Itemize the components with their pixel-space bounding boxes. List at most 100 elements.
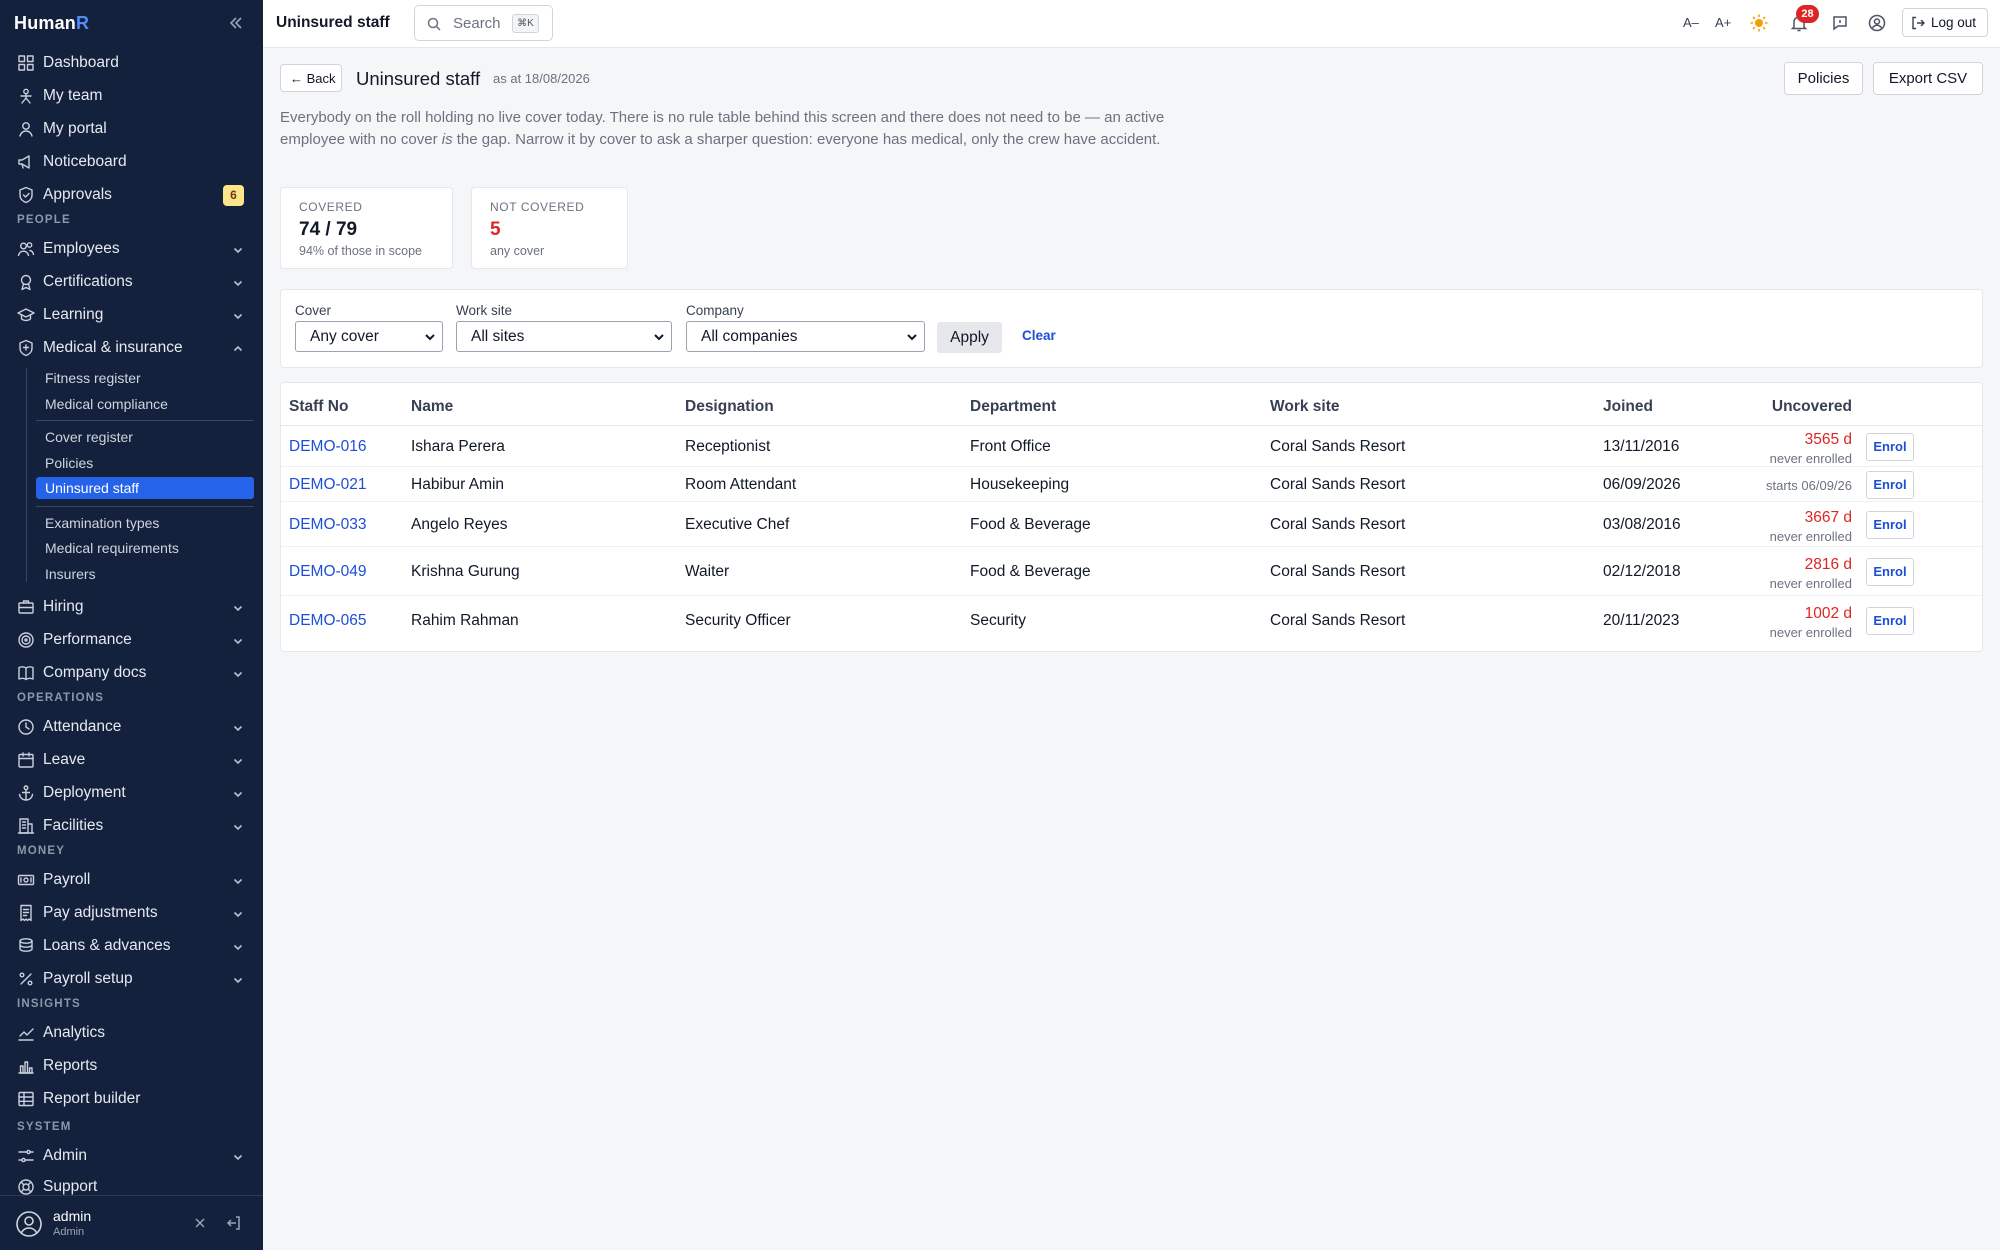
uncovered-days: 1002 d [1804, 605, 1852, 622]
sidebar-item-label: Loans & advances [43, 937, 171, 954]
cell-designation: Executive Chef [685, 516, 790, 533]
submenu-divider [36, 420, 254, 421]
sidebar-item-leave[interactable]: Leave [0, 745, 263, 775]
as-at-date: as at 18/08/2026 [493, 71, 590, 86]
staff-no-link[interactable]: DEMO-049 [289, 563, 367, 581]
logout-label: Log out [1931, 15, 1977, 30]
section-people: PEOPLE [17, 214, 71, 226]
sidebar-item-loans[interactable]: Loans & advances [0, 931, 263, 961]
switch-account-icon[interactable] [192, 1215, 208, 1231]
sidebar-item-company-docs[interactable]: Company docs [0, 658, 263, 688]
stat-sub: any cover [490, 244, 545, 258]
uncovered-note: never enrolled [1769, 451, 1852, 466]
logout-button[interactable]: Log out [1902, 8, 1988, 37]
font-larger-button[interactable]: A+ [1715, 15, 1731, 30]
sidebar-subitem-label: Fitness register [45, 370, 141, 386]
sidebar-item-label: Payroll [43, 871, 91, 888]
sidebar-item-dashboard[interactable]: Dashboard [0, 48, 263, 78]
sidebar-subitem-medical-compliance[interactable]: Medical compliance [36, 393, 254, 415]
line-chart-icon [17, 1024, 35, 1042]
sidebar-item-payroll-setup[interactable]: Payroll setup [0, 964, 263, 994]
sidebar-item-pay-adjustments[interactable]: Pay adjustments [0, 898, 263, 928]
company-filter-label: Company [686, 303, 744, 318]
collapse-sidebar-icon[interactable] [226, 13, 246, 33]
sidebar-subitem-examination-types[interactable]: Examination types [36, 512, 254, 534]
cell-name: Krishna Gurung [411, 563, 520, 580]
apply-button[interactable]: Apply [937, 322, 1002, 353]
sidebar-item-learning[interactable]: Learning [0, 300, 263, 330]
sidebar-item-analytics[interactable]: Analytics [0, 1018, 263, 1048]
sidebar-item-performance[interactable]: Performance [0, 625, 263, 655]
font-smaller-button[interactable]: A– [1683, 15, 1699, 30]
sidebar-item-reports[interactable]: Reports [0, 1051, 263, 1081]
sidebar-subitem-label: Examination types [45, 515, 160, 531]
sidebar-item-my-team[interactable]: My team [0, 81, 263, 111]
sidebar-item-my-portal[interactable]: My portal [0, 114, 263, 144]
sidebar-item-deployment[interactable]: Deployment [0, 778, 263, 808]
clear-link[interactable]: Clear [1022, 328, 1056, 343]
enrol-button[interactable]: Enrol [1866, 558, 1914, 586]
company-select[interactable]: All companies [686, 321, 925, 352]
col-joined[interactable]: Joined [1603, 398, 1653, 416]
app-logo[interactable]: HumanR [14, 13, 89, 34]
back-button[interactable]: ← Back [280, 64, 342, 92]
stat-sub: 94% of those in scope [299, 244, 422, 258]
uncovered-cell: 1002 d never enrolled [1770, 605, 1852, 640]
col-uncovered[interactable]: Uncovered [1772, 398, 1852, 416]
page-title: Uninsured staff [356, 68, 481, 89]
intro-text: Everybody on the roll holding no live co… [280, 109, 1165, 148]
profile-icon[interactable] [1868, 14, 1886, 32]
sidebar-subitem-cover-register[interactable]: Cover register [36, 426, 254, 448]
shield-check-icon [17, 186, 35, 204]
sign-out-icon[interactable] [226, 1215, 242, 1231]
uncovered-note: never enrolled [1769, 529, 1852, 544]
policies-button[interactable]: Policies [1784, 62, 1863, 95]
avatar-icon[interactable] [15, 1210, 43, 1238]
cell-department: Security [970, 612, 1026, 629]
sidebar-item-certifications[interactable]: Certifications [0, 267, 263, 297]
sidebar-item-attendance[interactable]: Attendance [0, 712, 263, 742]
sidebar-item-report-builder[interactable]: Report builder [0, 1084, 263, 1114]
export-csv-button[interactable]: Export CSV [1873, 62, 1983, 95]
sidebar-subitem-policies[interactable]: Policies [36, 452, 254, 474]
sidebar-item-noticeboard[interactable]: Noticeboard [0, 147, 263, 177]
target-icon [17, 631, 35, 649]
sidebar-item-hiring[interactable]: Hiring [0, 592, 263, 622]
sidebar-subitem-label: Policies [45, 455, 94, 471]
sidebar-subitem-uninsured-staff[interactable]: Uninsured staff [36, 477, 254, 499]
staff-no-link[interactable]: DEMO-016 [289, 438, 367, 456]
sidebar-subitem-fitness-register[interactable]: Fitness register [36, 367, 254, 389]
message-icon[interactable] [1831, 14, 1849, 32]
sidebar-item-medical[interactable]: Medical & insurance [0, 333, 263, 363]
enrol-button[interactable]: Enrol [1866, 433, 1914, 461]
user-role: Admin [53, 1226, 85, 1238]
sidebar-item-admin[interactable]: Admin [0, 1141, 263, 1171]
enrol-button[interactable]: Enrol [1866, 511, 1914, 539]
staff-no-link[interactable]: DEMO-065 [289, 612, 367, 630]
search-shortcut: ⌘K [512, 14, 539, 33]
search-box[interactable]: Search ⌘K [414, 5, 553, 41]
sidebar-item-employees[interactable]: Employees [0, 234, 263, 264]
sidebar-item-facilities[interactable]: Facilities [0, 811, 263, 841]
user-bar: admin Admin [0, 1195, 263, 1250]
staff-no-link[interactable]: DEMO-033 [289, 516, 367, 534]
staff-no-link[interactable]: DEMO-021 [289, 476, 367, 494]
col-staff-no[interactable]: Staff No [289, 398, 348, 416]
cover-select[interactable]: Any cover [295, 321, 443, 352]
search-placeholder: Search [453, 15, 501, 32]
col-work-site[interactable]: Work site [1270, 398, 1340, 416]
enrol-button[interactable]: Enrol [1866, 471, 1914, 499]
users-icon [17, 240, 35, 258]
col-department[interactable]: Department [970, 398, 1056, 416]
sidebar-item-approvals[interactable]: Approvals 6 [0, 180, 263, 210]
uncovered-cell: 3667 d never enrolled [1770, 509, 1852, 544]
site-select[interactable]: All sites [456, 321, 672, 352]
sun-icon[interactable] [1750, 14, 1768, 32]
col-designation[interactable]: Designation [685, 398, 774, 416]
sidebar-item-payroll[interactable]: Payroll [0, 865, 263, 895]
col-name[interactable]: Name [411, 398, 453, 416]
sidebar-subitem-medical-requirements[interactable]: Medical requirements [36, 537, 254, 559]
enrol-button[interactable]: Enrol [1866, 607, 1914, 635]
briefcase-icon [17, 598, 35, 616]
sidebar-subitem-insurers[interactable]: Insurers [36, 563, 254, 585]
